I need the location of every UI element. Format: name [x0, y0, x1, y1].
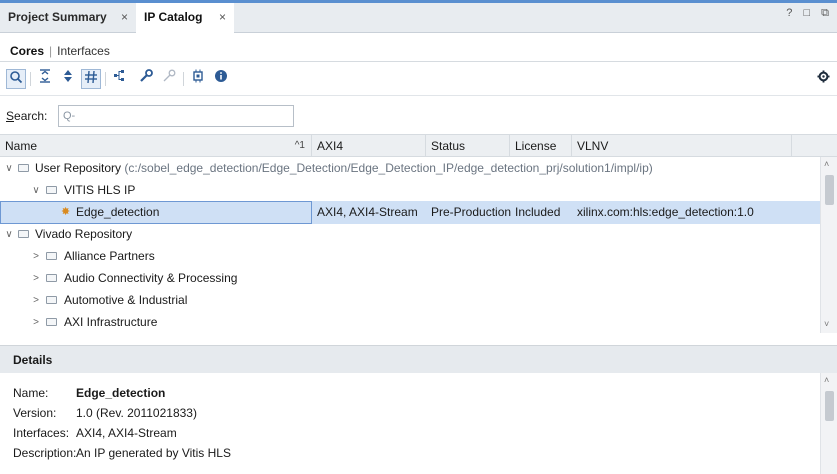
cell-status: Pre-Production — [431, 205, 512, 219]
detail-interfaces-row: Interfaces: AXI4, AXI4-Stream — [13, 423, 177, 443]
detail-value: 1.0 (Rev. 2011021833) — [76, 406, 197, 420]
detail-version-row: Version: 1.0 (Rev. 2011021833) — [13, 403, 197, 423]
hierarchy-icon[interactable] — [110, 69, 130, 89]
ip-core-icon: ✸ — [61, 206, 71, 218]
scrollbar-thumb[interactable] — [825, 391, 834, 421]
details-header: Details — [0, 345, 837, 373]
flatten-icon[interactable] — [81, 69, 101, 89]
key-icon[interactable] — [159, 69, 179, 89]
table-row-selected[interactable]: ✸ Edge_detection AXI4, AXI4-Stream Pre-P… — [0, 201, 820, 224]
folder-icon — [46, 274, 57, 282]
folder-icon — [46, 186, 57, 194]
scrollbar-thumb[interactable] — [825, 175, 834, 205]
table-row[interactable]: > Automotive & Industrial — [0, 289, 820, 312]
scroll-up-icon[interactable]: ˄ — [824, 159, 829, 169]
sort-ascending-icon: ^1 — [294, 140, 305, 151]
collapse-all-icon[interactable] — [35, 69, 55, 89]
tab-ip-catalog[interactable]: IP Catalog × — [136, 3, 234, 34]
ip-tree-table: ∨ User Repository (c:/sobel_edge_detecti… — [0, 157, 820, 333]
detail-value: An IP generated by Vitis HLS — [76, 446, 231, 460]
table-row[interactable]: ∨ Vivado Repository — [0, 223, 820, 246]
table-row[interactable]: > Audio Connectivity & Processing — [0, 267, 820, 290]
search-label: Search: — [6, 109, 48, 123]
toolbar-divider — [30, 72, 31, 86]
cell-vlnv: xilinx.com:hls:edge_detection:1.0 — [577, 205, 754, 219]
detail-key: Name: — [13, 386, 49, 400]
detail-value: Edge_detection — [76, 386, 166, 400]
folder-icon — [46, 252, 57, 260]
tree-item-label: User Repository (c:/sobel_edge_detection… — [35, 161, 653, 175]
tab-label: Project Summary — [8, 10, 107, 24]
toolbar-divider — [183, 72, 184, 86]
chevron-down-icon[interactable]: ∨ — [3, 157, 15, 180]
folder-icon — [46, 318, 57, 326]
scroll-up-icon[interactable]: ˄ — [824, 375, 829, 385]
gear-icon[interactable] — [813, 69, 833, 89]
chevron-right-icon[interactable]: > — [30, 311, 42, 333]
scroll-down-icon[interactable]: ˅ — [824, 319, 829, 329]
chevron-down-icon[interactable]: ∨ — [30, 179, 42, 202]
tree-item-label: Vivado Repository — [35, 227, 133, 241]
detail-key: Version: — [13, 406, 57, 420]
tree-item-label: Alliance Partners — [64, 249, 155, 263]
details-panel: Name: Edge_detection Version: 1.0 (Rev. 20… — [0, 373, 820, 474]
detail-key: Interfaces: — [13, 426, 70, 440]
tree-item-label: VITIS HLS IP — [64, 183, 136, 197]
column-header-vlnv[interactable]: VLNV — [572, 135, 792, 157]
subtab-cores[interactable]: Cores — [10, 44, 44, 58]
info-icon[interactable] — [211, 69, 231, 89]
close-icon[interactable]: × — [121, 3, 128, 31]
subtab-separator: | — [49, 44, 53, 58]
tab-project-summary[interactable]: Project Summary × — [0, 3, 136, 33]
table-header: Name ^1 AXI4 Status License VLNV — [0, 134, 837, 157]
column-header-status[interactable]: Status — [426, 135, 510, 157]
search-icon[interactable] — [6, 69, 26, 89]
subtab-interfaces[interactable]: Interfaces — [57, 44, 110, 58]
chevron-right-icon[interactable]: > — [30, 267, 42, 290]
folder-icon — [46, 296, 57, 304]
window-controls[interactable]: ? □ ⧉ — [786, 7, 833, 20]
detail-key: Description: — [13, 446, 77, 460]
cell-axi4: AXI4, AXI4-Stream — [317, 205, 418, 219]
column-header-name[interactable]: Name ^1 — [0, 135, 312, 157]
detail-description-row: Description:An IP generated by Vitis HLS — [13, 443, 231, 463]
detail-value: AXI4, AXI4-Stream — [76, 426, 177, 440]
toolbar — [0, 62, 837, 96]
chip-icon[interactable] — [188, 69, 208, 89]
toolbar-divider — [105, 72, 106, 86]
chevron-right-icon[interactable]: > — [30, 245, 42, 268]
chevron-right-icon[interactable]: > — [30, 289, 42, 312]
column-header-axi4[interactable]: AXI4 — [312, 135, 426, 157]
tab-label: IP Catalog — [144, 10, 203, 24]
table-scrollbar[interactable]: ˄ ˅ — [820, 157, 837, 333]
search-input[interactable]: Q- — [58, 105, 294, 127]
expand-all-icon[interactable] — [58, 69, 78, 89]
wrench-icon[interactable] — [136, 69, 156, 89]
tree-item-label: Automotive & Industrial — [64, 293, 188, 307]
tab-bar: Project Summary × IP Catalog × ? □ ⧉ — [0, 0, 837, 34]
column-header-license[interactable]: License — [510, 135, 572, 157]
table-row[interactable]: ∨ VITIS HLS IP — [0, 179, 820, 202]
subtab-bar: Cores | Interfaces — [0, 33, 837, 62]
chevron-down-icon[interactable]: ∨ — [3, 223, 15, 246]
details-scrollbar[interactable]: ˄ — [820, 373, 837, 474]
search-row: Search: Q- — [0, 102, 837, 130]
folder-icon — [18, 230, 29, 238]
close-icon[interactable]: × — [219, 3, 226, 31]
tree-item-label: Audio Connectivity & Processing — [64, 271, 238, 285]
table-row[interactable]: > AXI Infrastructure — [0, 311, 820, 333]
detail-name-row: Name: Edge_detection — [13, 383, 165, 403]
folder-icon — [18, 164, 29, 172]
tree-item-label: AXI Infrastructure — [64, 315, 158, 329]
cell-license: Included — [515, 205, 561, 219]
tree-item-label: Edge_detection — [76, 205, 160, 219]
table-row[interactable]: > Alliance Partners — [0, 245, 820, 268]
table-row[interactable]: ∨ User Repository (c:/sobel_edge_detecti… — [0, 157, 820, 180]
